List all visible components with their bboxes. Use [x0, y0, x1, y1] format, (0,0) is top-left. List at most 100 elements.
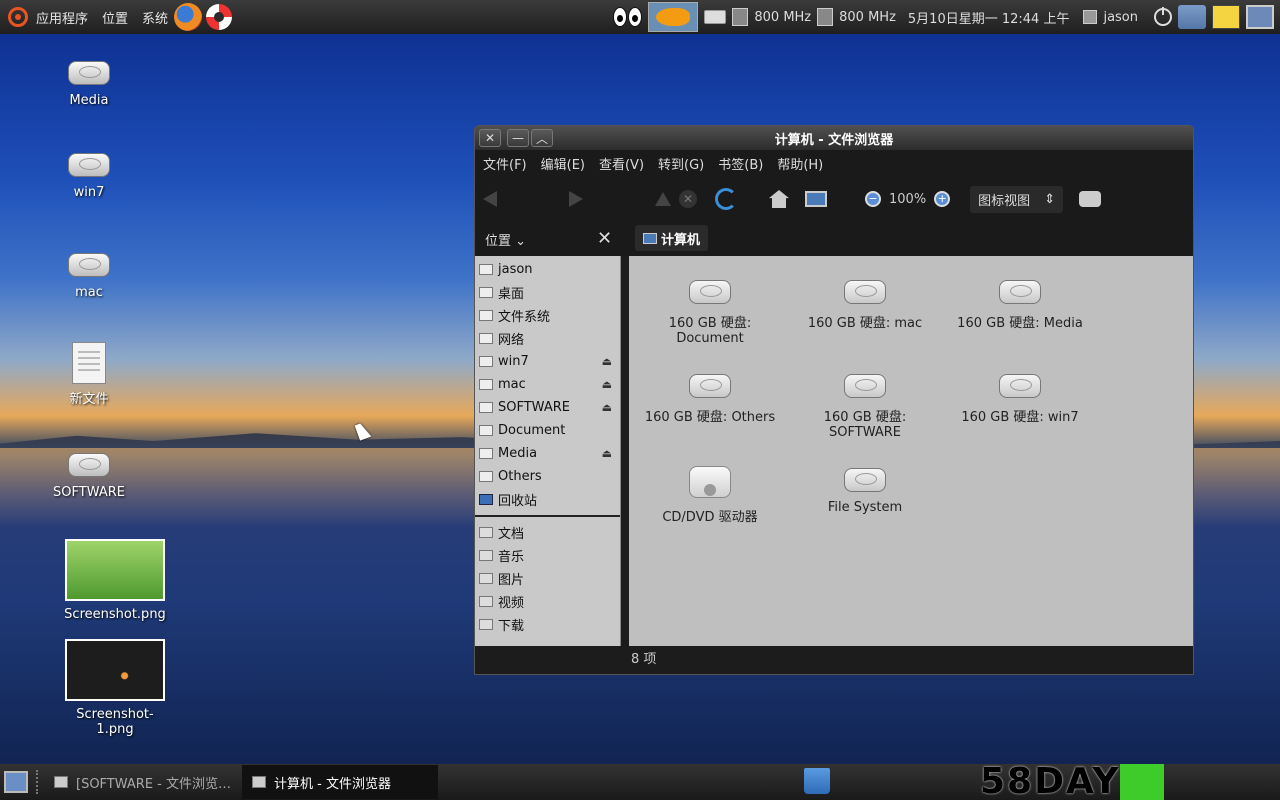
maximize-window-button[interactable]: ︿	[531, 129, 553, 147]
sidebar-type-select[interactable]: 位置 ⌄	[485, 230, 526, 249]
firefox-icon[interactable]	[174, 3, 203, 31]
file-item[interactable]: 160 GB 硬盘: Others	[635, 368, 785, 425]
menu-system[interactable]: 系统	[142, 8, 168, 27]
eject-icon[interactable]: ⏏	[602, 401, 612, 414]
menu-view[interactable]: 查看(V)	[599, 154, 644, 173]
stop-button[interactable]: ✕	[679, 190, 697, 208]
help-lifebuoy-icon[interactable]	[206, 4, 233, 30]
sidebar-item-jason[interactable]: jason	[475, 258, 620, 281]
sidebar-item-document[interactable]: Document	[475, 419, 620, 442]
close-sidebar-icon[interactable]: ✕	[597, 228, 612, 249]
breadcrumb-computer[interactable]: 计算机	[635, 225, 709, 251]
window-titlebar[interactable]: ✕ — ︿ 计算机 - 文件浏览器	[475, 126, 1193, 150]
panel-handle[interactable]	[36, 770, 40, 794]
mouse-pointer-icon	[354, 421, 372, 441]
file-item[interactable]: CD/DVD 驱动器	[635, 462, 785, 525]
menu-places[interactable]: 位置	[102, 8, 128, 27]
sidebar-item-bookmark-2[interactable]: 图片	[475, 567, 620, 590]
file-item[interactable]: 160 GB 硬盘: win7	[945, 368, 1095, 425]
computer-button[interactable]	[805, 191, 827, 207]
sidebar-item-bookmark-1[interactable]: 音乐	[475, 544, 620, 567]
file-label: 160 GB 硬盘: win7	[961, 410, 1079, 425]
search-binoculars-icon[interactable]	[1079, 191, 1102, 207]
file-item[interactable]: File System	[790, 462, 940, 515]
power-icon[interactable]	[1154, 7, 1172, 26]
desktop-icon-screenshot-1[interactable]: Screenshot-1.png	[60, 639, 170, 737]
home-button[interactable]	[769, 190, 789, 208]
clock[interactable]: 5月10日星期一 12:44 上午	[908, 8, 1070, 27]
menu-file[interactable]: 文件(F)	[483, 154, 527, 173]
desktop-icon-mac[interactable]: mac	[34, 247, 144, 300]
zoom-out-button[interactable]: −	[865, 191, 881, 207]
sidebar-item--[interactable]: 桌面	[475, 281, 620, 304]
sidebar-item--[interactable]: 文件系统	[475, 304, 620, 327]
file-item[interactable]: 160 GB 硬盘: SOFTWARE	[790, 368, 940, 440]
sidebar-item-bookmark-3[interactable]: 视频	[475, 590, 620, 613]
menu-help[interactable]: 帮助(H)	[777, 154, 823, 173]
cpu-freq-icon[interactable]	[732, 8, 749, 26]
network-icon[interactable]	[1178, 5, 1206, 29]
up-button[interactable]	[655, 192, 671, 206]
minimize-window-button[interactable]: —	[507, 129, 529, 147]
back-button[interactable]	[483, 191, 561, 207]
display-icon[interactable]	[1246, 5, 1274, 29]
file-label: 160 GB 硬盘: mac	[807, 316, 923, 331]
desktop-icon-screenshot[interactable]: Screenshot.png	[60, 539, 170, 622]
computer-icon	[643, 232, 657, 244]
forward-button[interactable]	[569, 191, 647, 207]
drive-icon	[479, 425, 493, 436]
sidebar-item-mac[interactable]: mac ⏏	[475, 373, 620, 396]
reload-button[interactable]	[715, 188, 737, 210]
menu-bookmarks[interactable]: 书签(B)	[718, 154, 763, 173]
menu-go[interactable]: 转到(G)	[658, 154, 704, 173]
user-name[interactable]: jason	[1103, 10, 1138, 25]
desktop-icon-new-file[interactable]: 新文件	[34, 342, 144, 407]
sidebar-item-bookmark-0[interactable]: 文档	[475, 521, 620, 544]
ruler-applet-icon[interactable]	[1212, 5, 1240, 29]
eject-icon[interactable]: ⏏	[602, 447, 612, 460]
taskbar-item-software[interactable]: [SOFTWARE - 文件浏览…	[44, 765, 240, 799]
cpu-frequency-1[interactable]: 800 MHz	[754, 10, 811, 25]
sidebar-item-others[interactable]: Others	[475, 465, 620, 488]
hard-disk-icon	[68, 55, 110, 87]
drive-mount-icon[interactable]	[704, 10, 727, 24]
menu-edit[interactable]: 编辑(E)	[541, 154, 585, 173]
sidebar-item-label: 视频	[498, 596, 525, 611]
sidebar-item-bookmark-4[interactable]: 下载	[475, 613, 620, 636]
file-item[interactable]: 160 GB 硬盘: Document	[635, 274, 785, 346]
desktop-icon-label: Screenshot-1.png	[76, 707, 154, 737]
sidebar-item-label: Document	[498, 423, 566, 438]
desktop-icon-win7[interactable]: win7	[34, 147, 144, 200]
sidebar-item--[interactable]: 网络	[475, 327, 620, 350]
file-item[interactable]: 160 GB 硬盘: Media	[945, 274, 1095, 331]
trash-icon	[479, 494, 493, 505]
show-desktop-icon[interactable]	[4, 771, 28, 793]
user-icon[interactable]	[1083, 10, 1098, 24]
task-label: 计算机 - 文件浏览器	[274, 776, 391, 792]
hard-disk-icon	[68, 247, 110, 279]
sidebar-item--[interactable]: 回收站	[475, 488, 620, 511]
taskbar-item-computer[interactable]: 计算机 - 文件浏览器	[242, 765, 438, 799]
xeyes-icon[interactable]	[613, 7, 643, 27]
sidebar-item-media[interactable]: Media ⏏	[475, 442, 620, 465]
cpu-freq-icon[interactable]	[817, 8, 834, 26]
ubuntu-logo-icon[interactable]	[8, 7, 28, 27]
desktop-icon-media[interactable]: Media	[34, 55, 144, 108]
cpu-frequency-2[interactable]: 800 MHz	[839, 10, 896, 25]
drive-icon	[479, 264, 493, 275]
eject-icon[interactable]: ⏏	[602, 378, 612, 391]
pane-splitter[interactable]	[621, 256, 629, 646]
desktop-icon-software[interactable]: SOFTWARE	[34, 447, 144, 500]
eject-icon[interactable]: ⏏	[602, 355, 612, 368]
zoom-in-button[interactable]: +	[934, 191, 951, 207]
close-window-button[interactable]: ✕	[479, 129, 501, 147]
trash-icon[interactable]	[804, 768, 830, 794]
fish-applet-icon[interactable]	[648, 2, 699, 32]
sidebar-item-label: 文件系统	[498, 310, 551, 325]
sidebar-item-win7[interactable]: win7 ⏏	[475, 350, 620, 373]
sidebar-item-software[interactable]: SOFTWARE ⏏	[475, 396, 620, 419]
menu-applications[interactable]: 应用程序	[36, 8, 88, 27]
optical-drive-icon	[689, 462, 731, 500]
file-item[interactable]: 160 GB 硬盘: mac	[790, 274, 940, 331]
view-mode-select[interactable]: 图标视图 ⇕	[970, 185, 1064, 213]
